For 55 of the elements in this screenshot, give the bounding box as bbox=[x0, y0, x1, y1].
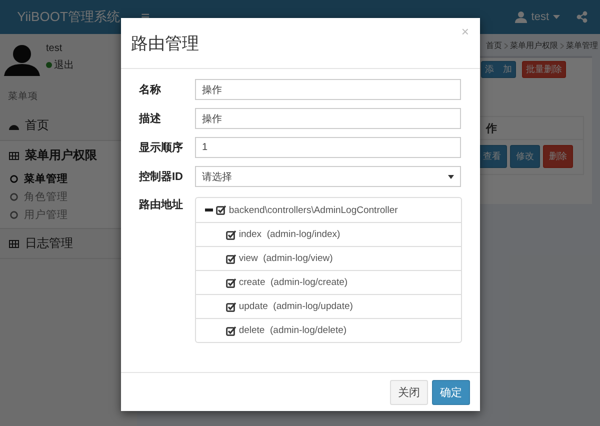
dropdown-icon bbox=[448, 174, 454, 178]
tree-node-label: view (admin-log/view) bbox=[238, 253, 333, 264]
checkbox[interactable] bbox=[226, 302, 236, 312]
avatar-icon bbox=[4, 44, 40, 76]
dialog-button[interactable]: 关闭 bbox=[390, 380, 428, 404]
tree-node-label: backend\controllers\AdminLogController bbox=[228, 204, 398, 216]
field-label: 显示顺序 bbox=[139, 140, 184, 155]
dialog-button[interactable]: 确定 bbox=[432, 380, 470, 404]
tree-node-label: create (admin-log/create) bbox=[238, 277, 348, 288]
close-button[interactable]: × bbox=[458, 24, 472, 39]
logout-link[interactable]: 退出 bbox=[54, 58, 74, 72]
status-dot bbox=[46, 62, 52, 68]
text-field[interactable]: 操作 bbox=[195, 108, 461, 129]
grid-icon bbox=[9, 240, 19, 248]
row-action-button[interactable]: 删除 bbox=[543, 145, 573, 168]
share-icon[interactable] bbox=[576, 11, 588, 23]
chevron-icon bbox=[560, 42, 564, 48]
section-label: 菜单项 bbox=[7, 90, 39, 104]
field-label: 名称 bbox=[139, 82, 162, 97]
tree-node-label: index (admin-log/index) bbox=[238, 229, 340, 240]
toolbar-button[interactable]: 添 加 bbox=[481, 61, 516, 78]
breadcrumb-item[interactable]: 菜单管理 bbox=[566, 40, 598, 51]
checkbox[interactable] bbox=[226, 278, 236, 288]
text-field[interactable]: 操作 bbox=[195, 79, 461, 100]
dialog-title: 路由管理 bbox=[131, 32, 199, 54]
breadcrumb-item[interactable]: 菜单用户权限 bbox=[510, 40, 558, 51]
tree-node-label: delete (admin-log/delete) bbox=[238, 325, 347, 336]
breadcrumb-item[interactable]: 首页 bbox=[486, 40, 502, 51]
select-field[interactable]: 请选择 bbox=[195, 166, 461, 187]
collapse-icon[interactable] bbox=[204, 208, 213, 212]
tree-node-label: update (admin-log/update) bbox=[238, 301, 353, 312]
field-label: 控制器ID bbox=[139, 170, 184, 184]
checkbox[interactable] bbox=[226, 230, 236, 240]
user-menu[interactable]: test bbox=[515, 11, 560, 23]
user-icon bbox=[515, 11, 528, 23]
checkbox[interactable] bbox=[216, 205, 226, 215]
circle-icon bbox=[10, 211, 18, 219]
text-field[interactable]: 1 bbox=[195, 137, 461, 158]
circle-icon bbox=[10, 175, 18, 183]
grid-icon bbox=[9, 152, 19, 160]
app-logo: YiiBOOT管理系统 bbox=[16, 8, 121, 26]
user-name: test bbox=[46, 43, 64, 54]
field-label: 路由地址 bbox=[139, 198, 184, 212]
row-action-button[interactable]: 修改 bbox=[510, 145, 540, 168]
checkbox[interactable] bbox=[226, 254, 236, 264]
checkbox[interactable] bbox=[226, 326, 236, 336]
nav-subitem[interactable]: 角色管理 bbox=[0, 188, 137, 206]
nav-subitem[interactable]: 用户管理 bbox=[0, 206, 137, 224]
column-header: 作 bbox=[486, 122, 497, 136]
nav-subitem[interactable]: 菜单管理 bbox=[0, 170, 137, 188]
caret-icon bbox=[553, 15, 560, 19]
field-label: 描述 bbox=[139, 112, 162, 126]
toolbar-button[interactable]: 批量删除 bbox=[522, 61, 566, 78]
circle-icon bbox=[10, 193, 18, 201]
chevron-icon bbox=[504, 42, 508, 48]
